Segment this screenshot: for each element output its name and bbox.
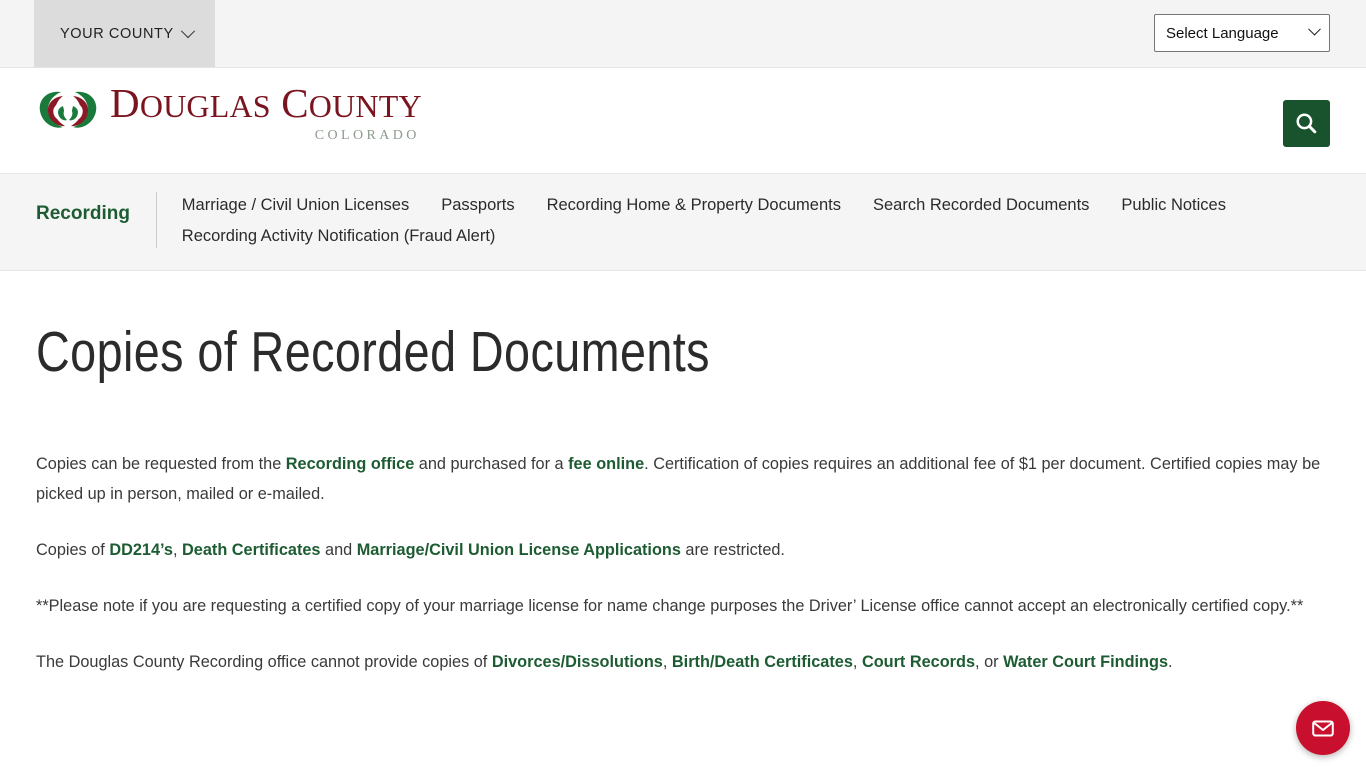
logo-wordmark: DOUGLAS COUNTY COLORADO xyxy=(110,82,422,144)
text-fragment: , xyxy=(172,541,183,559)
douglas-county-swirl-logo-icon xyxy=(39,91,97,128)
main-content: Copies of Recorded Documents Copies can … xyxy=(0,321,1366,677)
your-county-tab[interactable]: YOUR COUNTY xyxy=(34,0,215,67)
nav-link-passports[interactable]: Passports xyxy=(441,190,514,221)
text-fragment: and purchased for a xyxy=(414,455,569,473)
logo-title: DOUGLAS COUNTY xyxy=(110,82,422,127)
link-birth-death-certificates[interactable]: Birth/Death Certificates xyxy=(672,653,853,671)
site-logo[interactable]: DOUGLAS COUNTY COLORADO xyxy=(36,82,422,144)
paragraph-cannot-provide: The Douglas County Recording office cann… xyxy=(36,647,1330,677)
nav-link-recording-home-property-documents[interactable]: Recording Home & Property Documents xyxy=(547,190,841,221)
text-fragment: The Douglas County Recording office cann… xyxy=(36,653,492,671)
text-fragment: , xyxy=(662,653,672,671)
nav-link-public-notices[interactable]: Public Notices xyxy=(1121,190,1226,221)
text-fragment: and xyxy=(320,541,357,559)
live-chat-button[interactable] xyxy=(1296,701,1350,755)
paragraph-drivers-license-note: **Please note if you are requesting a ce… xyxy=(36,591,1330,621)
link-marriage-civil-union-license-applications[interactable]: Marriage/Civil Union License Application… xyxy=(357,541,681,559)
text-fragment: , xyxy=(852,653,862,671)
section-title-recording[interactable]: Recording xyxy=(36,190,156,225)
search-button[interactable] xyxy=(1283,100,1330,147)
logo-subtitle: COLORADO xyxy=(314,128,420,143)
link-fee-online[interactable]: fee online xyxy=(568,455,644,473)
link-death-certificates[interactable]: Death Certificates xyxy=(182,541,320,559)
envelope-icon xyxy=(1312,720,1334,737)
link-water-court-findings[interactable]: Water Court Findings xyxy=(1003,653,1168,671)
text-fragment: Copies can be requested from the xyxy=(36,455,286,473)
paragraph-restricted-copies: Copies of DD214’s, Death Certificates an… xyxy=(36,535,1330,565)
logo-title-ouglas: OUGLAS xyxy=(139,88,271,124)
page-title: Copies of Recorded Documents xyxy=(36,320,710,384)
body-copy: Copies can be requested from the Recordi… xyxy=(36,449,1330,677)
language-select[interactable]: Select Language xyxy=(1154,14,1330,52)
nav-link-recording-activity-notification[interactable]: Recording Activity Notification (Fraud A… xyxy=(182,221,1330,252)
chevron-down-icon xyxy=(1308,22,1321,36)
logo-title-c: C xyxy=(281,80,309,126)
logo-title-ounty: OUNTY xyxy=(308,88,422,124)
masthead: DOUGLAS COUNTY COLORADO xyxy=(0,68,1366,174)
link-divorces-dissolutions[interactable]: Divorces/Dissolutions xyxy=(492,653,663,671)
chevron-down-icon xyxy=(180,23,195,38)
nav-link-marriage-civil-union-licenses[interactable]: Marriage / Civil Union Licenses xyxy=(182,190,409,221)
text-fragment: Copies of xyxy=(36,541,110,559)
text-fragment: **Please note if you are requesting a ce… xyxy=(36,597,1304,615)
link-court-records[interactable]: Court Records xyxy=(862,653,975,671)
logo-title-d: D xyxy=(110,80,140,126)
utility-bar: YOUR COUNTY Select Language xyxy=(0,0,1366,68)
text-fragment: , or xyxy=(975,653,1004,671)
paragraph-copies-requested: Copies can be requested from the Recordi… xyxy=(36,449,1330,509)
language-select-value: Select Language xyxy=(1166,24,1279,42)
link-dd214s[interactable]: DD214’s xyxy=(109,541,173,559)
link-recording-office[interactable]: Recording office xyxy=(286,455,414,473)
your-county-label: YOUR COUNTY xyxy=(60,25,174,42)
section-nav: Recording Marriage / Civil Union License… xyxy=(0,174,1366,271)
nav-link-search-recorded-documents[interactable]: Search Recorded Documents xyxy=(873,190,1089,221)
nav-link-list: Marriage / Civil Union Licenses Passport… xyxy=(157,190,1330,252)
search-icon xyxy=(1296,113,1317,134)
text-fragment: are restricted. xyxy=(680,541,785,559)
text-fragment: . xyxy=(1168,653,1173,671)
